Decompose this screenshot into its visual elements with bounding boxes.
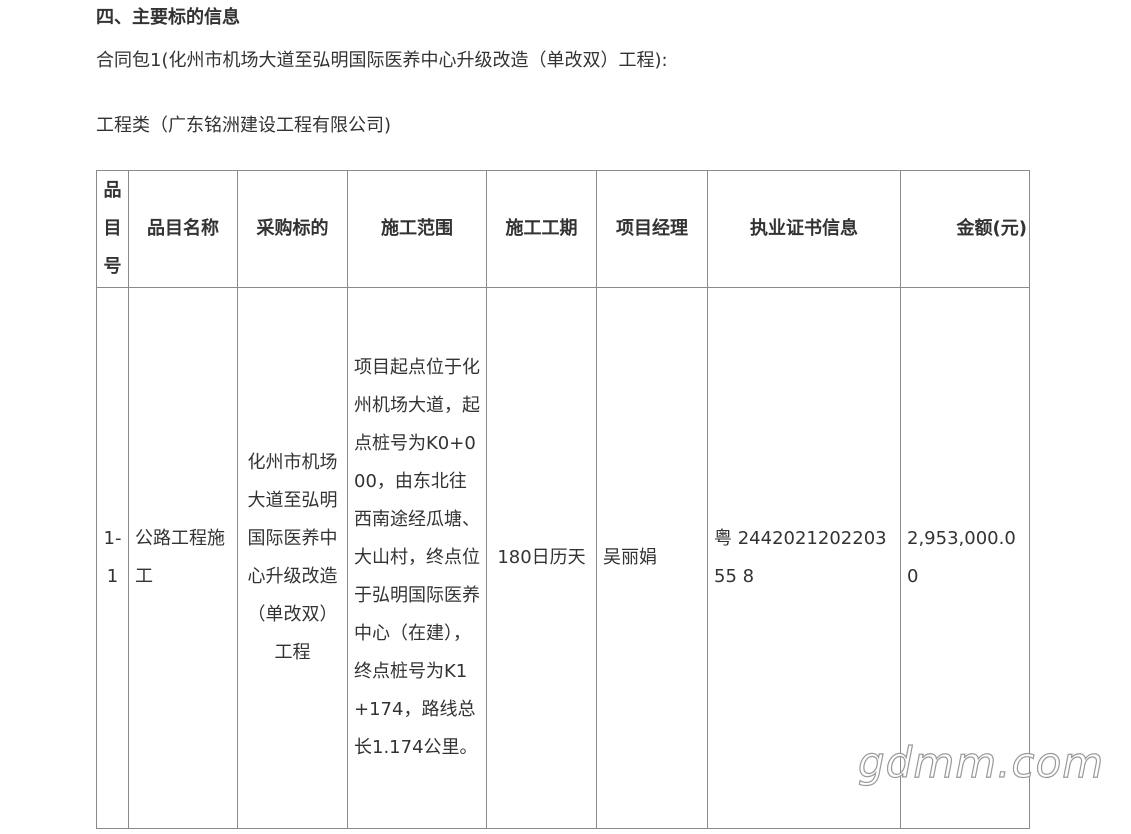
header-certificate: 执业证书信息 — [707, 170, 901, 288]
header-manager: 项目经理 — [596, 170, 708, 288]
cell-item-name: 公路工程施工 — [128, 287, 238, 829]
main-subject-table: 品目号 品目名称 采购标的 施工范围 施工工期 项目经理 执业证书信息 金额(元… — [96, 170, 1030, 829]
section-heading: 四、主要标的信息 — [96, 7, 240, 28]
table-header-row: 品目号 品目名称 采购标的 施工范围 施工工期 项目经理 执业证书信息 金额(元… — [96, 170, 1030, 288]
contract-package-line: 合同包1(化州市机场大道至弘明国际医养中心升级改造（单改双）工程): — [96, 50, 668, 71]
cell-scope: 项目起点位于化州机场大道，起点桩号为K0+000，由东北往西南途经瓜塘、大山村，… — [347, 287, 487, 829]
header-purchase-subject: 采购标的 — [237, 170, 348, 288]
cell-item-no: 1-1 — [96, 287, 129, 829]
cell-duration: 180日历天 — [486, 287, 597, 829]
header-item-name: 品目名称 — [128, 170, 238, 288]
cell-manager: 吴丽娟 — [596, 287, 708, 829]
category-line: 工程类（广东铭洲建设工程有限公司) — [96, 115, 392, 136]
header-amount: 金额(元) — [900, 170, 1030, 288]
site-watermark: gdmm.com — [857, 737, 1105, 787]
cell-purchase-subject: 化州市机场大道至弘明国际医养中心升级改造（单改双）工程 — [237, 287, 348, 829]
header-duration: 施工工期 — [486, 170, 597, 288]
header-item-no: 品目号 — [96, 170, 129, 288]
header-scope: 施工范围 — [347, 170, 487, 288]
